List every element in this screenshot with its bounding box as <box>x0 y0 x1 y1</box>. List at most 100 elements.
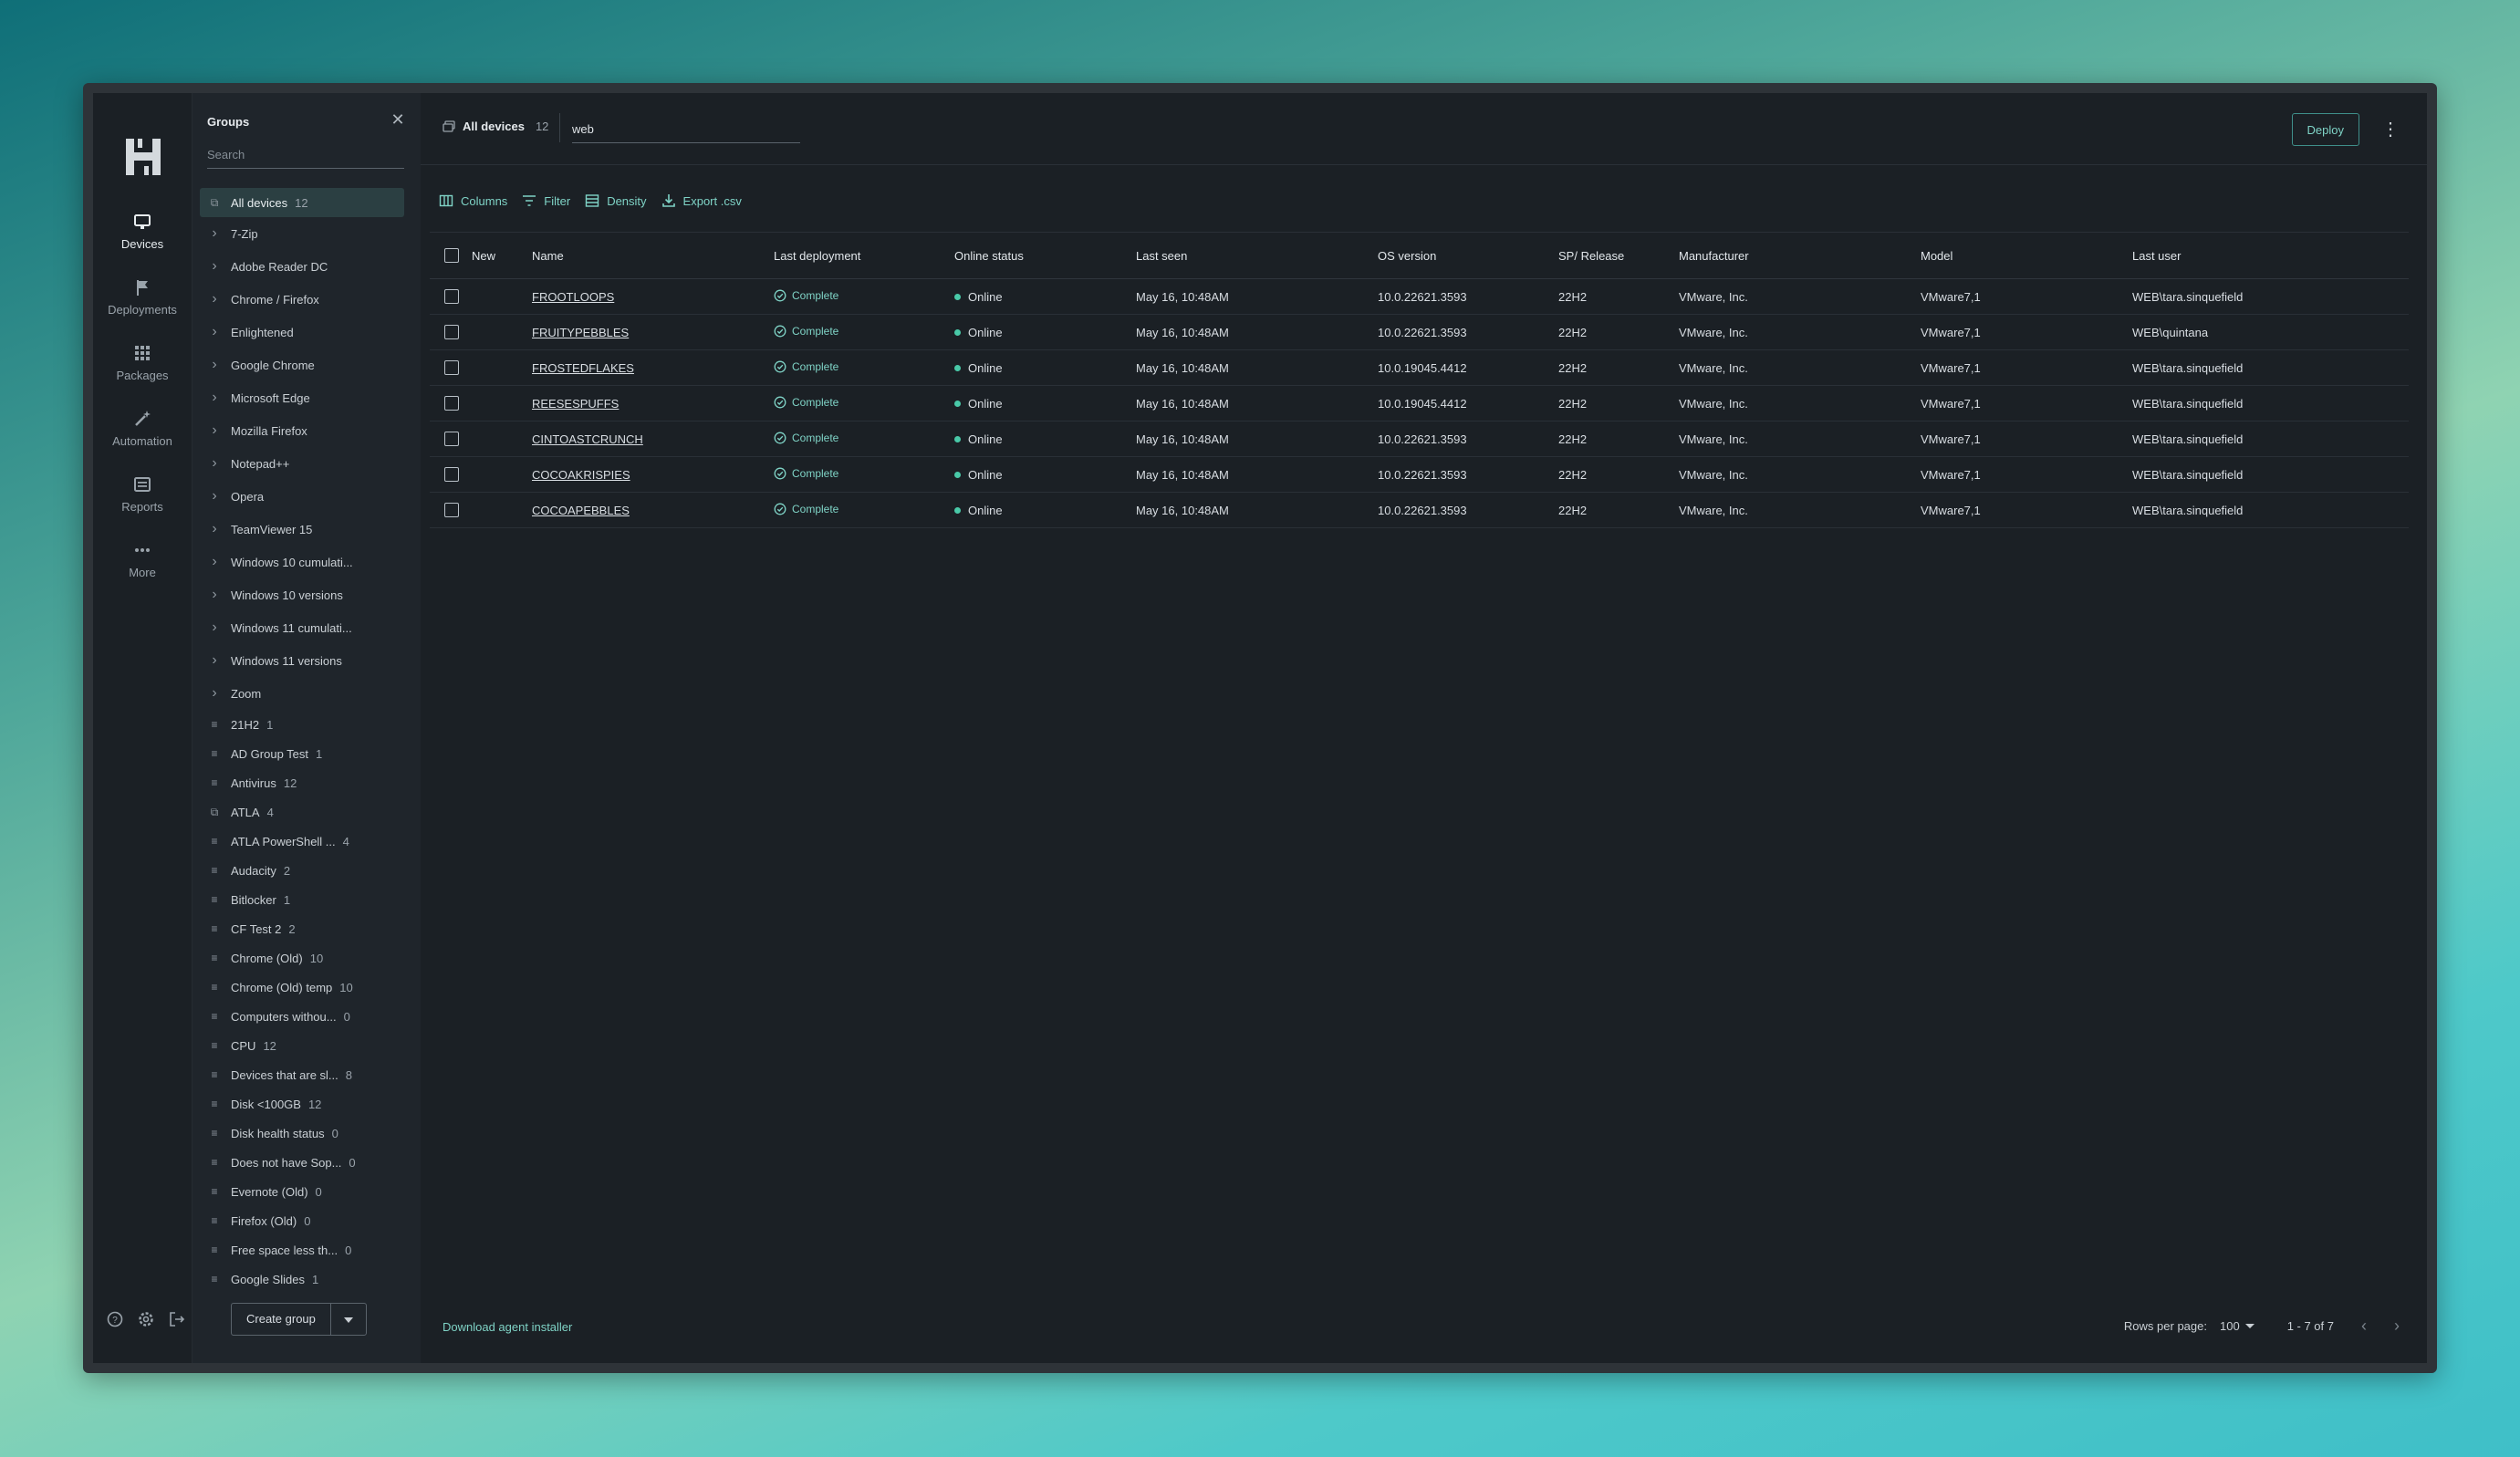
col-manufacturer[interactable]: Manufacturer <box>1679 249 1921 263</box>
nav-automation[interactable]: Automation <box>93 409 192 448</box>
nav-more-label: More <box>129 566 156 579</box>
device-name-link[interactable]: COCOAKRISPIES <box>532 468 630 482</box>
table-row[interactable]: COCOAKRISPIES Complete Online May 16, 10:48… <box>430 457 2409 493</box>
more-options-icon[interactable]: ⋮ <box>2381 117 2400 142</box>
sp-cell: 22H2 <box>1558 432 1588 446</box>
deployment-status: Complete <box>774 396 838 409</box>
group-item[interactable]: › Chrome / Firefox <box>200 283 404 316</box>
group-item[interactable]: ≡ ATLA PowerShell ... 4 <box>200 827 404 856</box>
group-item[interactable]: ≡ Computers withou... 0 <box>200 1002 404 1031</box>
table-row[interactable]: CINTOASTCRUNCH Complete Online May 16, 10:4… <box>430 421 2409 457</box>
prev-page-icon[interactable]: ‹ <box>2361 1317 2367 1336</box>
group-item[interactable]: ≡ Antivirus 12 <box>200 768 404 797</box>
group-item[interactable]: ≡ CF Test 2 2 <box>200 914 404 943</box>
col-model[interactable]: Model <box>1921 249 2132 263</box>
group-item[interactable]: ≡ Devices that are sl... 8 <box>200 1060 404 1089</box>
col-last-seen[interactable]: Last seen <box>1136 249 1378 263</box>
nav-packages[interactable]: Packages <box>93 343 192 382</box>
group-item[interactable]: › Windows 11 cumulati... <box>200 611 404 644</box>
group-item[interactable]: ≡ Disk health status 0 <box>200 1119 404 1148</box>
select-all-checkbox[interactable] <box>444 248 459 263</box>
device-name-link[interactable]: REESESPUFFS <box>532 397 619 411</box>
close-icon[interactable]: ✕ <box>390 111 406 128</box>
group-item-label: Disk <100GB <box>231 1097 301 1111</box>
group-item[interactable]: ≡ AD Group Test 1 <box>200 739 404 768</box>
device-name-link[interactable]: FROOTLOOPS <box>532 290 614 304</box>
row-checkbox[interactable] <box>444 432 459 446</box>
group-item[interactable]: › Windows 11 versions <box>200 644 404 677</box>
col-name[interactable]: Name <box>532 249 774 263</box>
deploy-button[interactable]: Deploy <box>2291 113 2359 146</box>
group-item[interactable]: › Windows 10 cumulati... <box>200 546 404 578</box>
nav-deployments[interactable]: Deployments <box>93 277 192 317</box>
export-csv-button[interactable]: Export .csv <box>661 193 742 208</box>
group-item[interactable]: › Windows 10 versions <box>200 578 404 611</box>
create-group-dropdown[interactable] <box>329 1303 367 1336</box>
nav-more[interactable]: More <box>93 540 192 579</box>
manufacturer-cell: VMware, Inc. <box>1679 289 1748 304</box>
group-item[interactable]: ≡ Chrome (Old) 10 <box>200 943 404 973</box>
group-item[interactable]: ≡ CPU 12 <box>200 1031 404 1060</box>
row-checkbox[interactable] <box>444 360 459 375</box>
group-item[interactable]: ≡ Audacity 2 <box>200 856 404 885</box>
logout-icon[interactable] <box>168 1310 186 1328</box>
group-item[interactable]: ≡ Free space less th... 0 <box>200 1235 404 1264</box>
table-row[interactable]: FROOTLOOPS Complete Online May 16, 10:48AM 1… <box>430 279 2409 315</box>
group-item[interactable]: › Zoom <box>200 677 404 710</box>
nav-reports[interactable]: Reports <box>93 474 192 514</box>
group-item[interactable]: ≡ Bitlocker 1 <box>200 885 404 914</box>
table-row[interactable]: REESESPUFFS Complete Online May 16, 10:48AM… <box>430 386 2409 421</box>
groups-search-input[interactable] <box>207 140 404 169</box>
group-item[interactable]: › Notepad++ <box>200 447 404 480</box>
device-name-link[interactable]: CINTOASTCRUNCH <box>532 432 643 446</box>
device-search-input[interactable] <box>572 115 800 143</box>
table-row[interactable]: COCOAPEBBLES Complete Online May 16, 10:48A… <box>430 493 2409 528</box>
col-sp-release[interactable]: SP/ Release <box>1558 249 1679 263</box>
group-item[interactable]: › Opera <box>200 480 404 513</box>
group-item[interactable]: ≡ 21H2 1 <box>200 710 404 739</box>
rows-per-page-select[interactable]: 100 <box>2220 1319 2254 1333</box>
group-item[interactable]: ≡ Chrome (Old) temp 10 <box>200 973 404 1002</box>
density-button[interactable]: Density <box>585 193 647 208</box>
group-item[interactable]: › Microsoft Edge <box>200 381 404 414</box>
col-last-deployment[interactable]: Last deployment <box>774 249 954 263</box>
group-item[interactable]: ⧉ All devices 12 <box>200 188 404 217</box>
table-row[interactable]: FROSTEDFLAKES Complete Online May 16, 10:48… <box>430 350 2409 386</box>
col-new[interactable]: New <box>472 249 532 263</box>
row-checkbox[interactable] <box>444 467 459 482</box>
col-online-status[interactable]: Online status <box>954 249 1136 263</box>
col-os-version[interactable]: OS version <box>1378 249 1558 263</box>
status-dot-icon <box>954 365 961 371</box>
group-item[interactable]: ≡ Google Slides 1 <box>200 1264 404 1294</box>
group-item[interactable]: ≡ Firefox (Old) 0 <box>200 1206 404 1235</box>
group-item[interactable]: ≡ Disk <100GB 12 <box>200 1089 404 1119</box>
all-devices-scope[interactable]: All devices 12 <box>443 120 548 133</box>
download-agent-link[interactable]: Download agent installer <box>443 1320 572 1334</box>
device-name-link[interactable]: COCOAPEBBLES <box>532 504 630 517</box>
row-checkbox[interactable] <box>444 289 459 304</box>
col-last-user[interactable]: Last user <box>2132 249 2379 263</box>
gear-icon[interactable] <box>137 1310 155 1328</box>
table-row[interactable]: FRUITYPEBBLES Complete Online May 16, 10:48… <box>430 315 2409 350</box>
group-item[interactable]: ≡ Does not have Sop... 0 <box>200 1148 404 1177</box>
row-checkbox[interactable] <box>444 396 459 411</box>
device-name-link[interactable]: FROSTEDFLAKES <box>532 361 634 375</box>
group-item[interactable]: › Google Chrome <box>200 349 404 381</box>
group-item[interactable]: › Enlightened <box>200 316 404 349</box>
columns-button[interactable]: Columns <box>439 193 507 208</box>
device-name-link[interactable]: FRUITYPEBBLES <box>532 326 629 339</box>
row-checkbox[interactable] <box>444 503 459 517</box>
create-group-button[interactable]: Create group <box>231 1303 330 1336</box>
nav-devices[interactable]: Devices <box>93 212 192 251</box>
group-item-label: Google Slides <box>231 1272 305 1286</box>
help-icon[interactable]: ? <box>106 1310 124 1328</box>
group-item[interactable]: › Mozilla Firefox <box>200 414 404 447</box>
group-item[interactable]: ⧉ ATLA 4 <box>200 797 404 827</box>
group-item[interactable]: › Adobe Reader DC <box>200 250 404 283</box>
group-item[interactable]: ≡ Evernote (Old) 0 <box>200 1177 404 1206</box>
group-item[interactable]: › 7-Zip <box>200 217 404 250</box>
row-checkbox[interactable] <box>444 325 459 339</box>
next-page-icon[interactable]: › <box>2394 1317 2400 1336</box>
group-item[interactable]: › TeamViewer 15 <box>200 513 404 546</box>
filter-button[interactable]: Filter <box>522 193 570 208</box>
